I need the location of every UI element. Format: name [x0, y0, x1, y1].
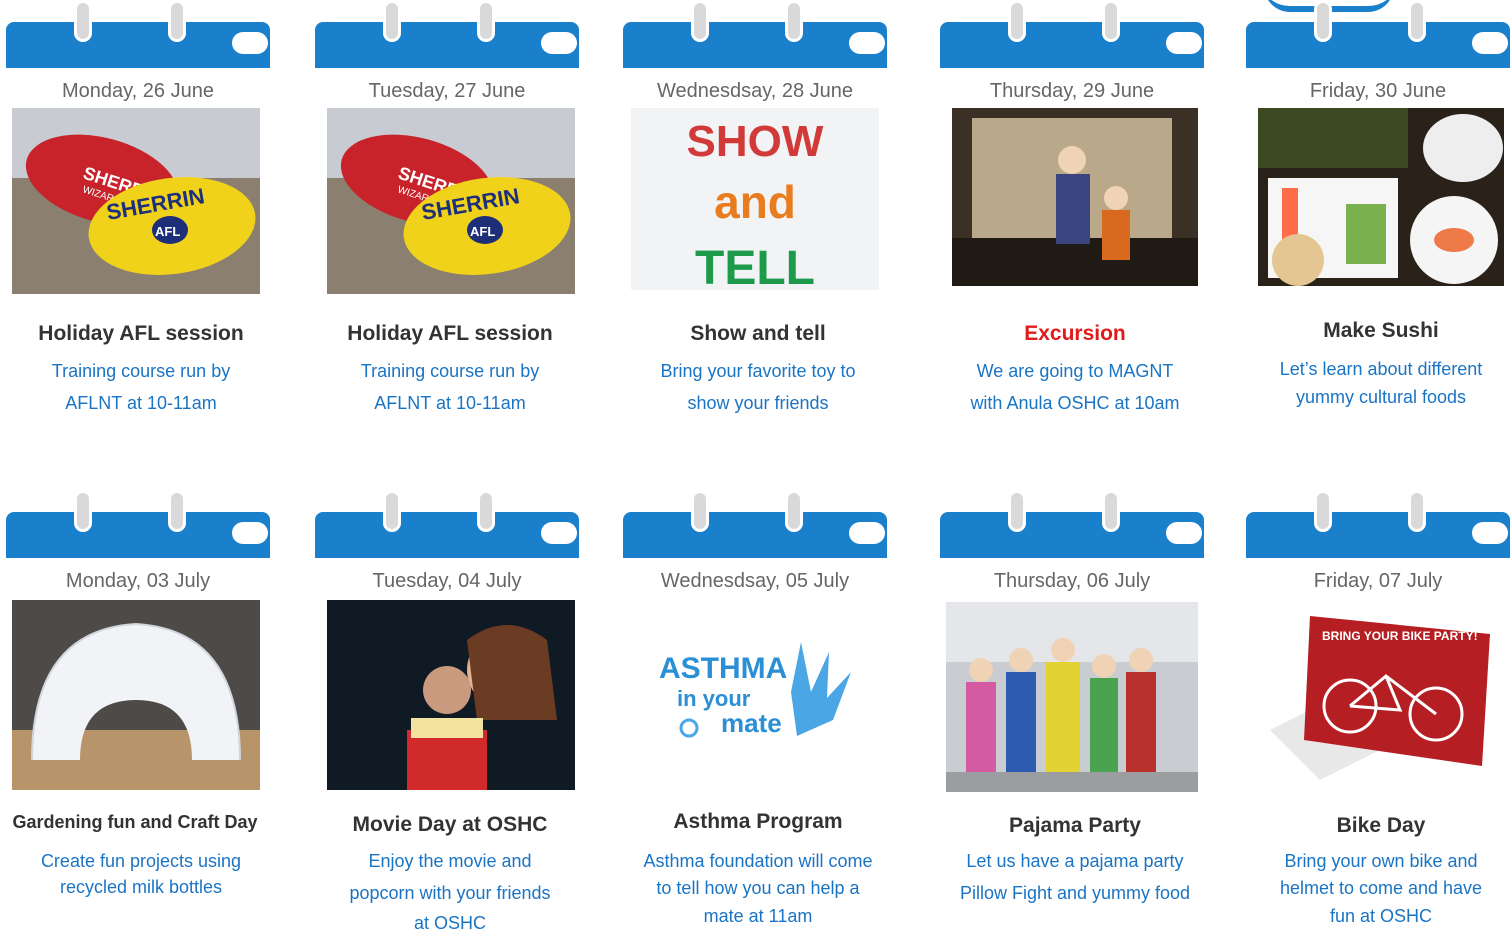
afl-footballs-image: SHERRIN WIZARD SHERRIN AFL	[327, 108, 575, 294]
day-title: Bike Day	[1336, 814, 1426, 837]
date-label: Friday, 07 July	[1313, 570, 1443, 592]
date-label: Monday, 03 July	[65, 570, 211, 592]
date-label: Thursday, 29 June	[989, 80, 1155, 102]
day-desc-line1: Let’s learn about different	[1279, 359, 1483, 379]
day-desc-line2: yummy cultural foods	[1295, 387, 1467, 407]
day-title: Holiday AFL session	[347, 322, 553, 345]
milk-bottle-igloo-image	[12, 600, 260, 790]
day-title: Show and tell	[690, 322, 826, 345]
day-desc-line1: We are going to MAGNT	[976, 361, 1174, 381]
day-desc-line1: Bring your favorite toy to	[660, 361, 856, 381]
day-desc-line1: Training course run by	[51, 361, 231, 381]
day-desc-line2: Pillow Fight and yummy food	[959, 883, 1191, 903]
day-title: Gardening fun and Craft Day	[12, 812, 258, 832]
show-and-tell-image: SHOW and TELL	[631, 108, 879, 290]
date-label: Wednesdsay, 28 June	[656, 80, 854, 102]
day-desc-line1: Training course run by	[360, 361, 540, 381]
day-title: Make Sushi	[1323, 319, 1439, 342]
date-label: Tuesday, 27 June	[368, 80, 526, 102]
date-label: Tuesday, 04 July	[372, 570, 522, 592]
svg-text:and: and	[714, 176, 796, 228]
day-desc-line2: AFLNT at 10-11am	[374, 393, 526, 413]
date-label: Thursday, 06 July	[993, 570, 1151, 592]
day-desc-line3: mate at 11am	[703, 906, 813, 926]
day-desc-line2: show your friends	[687, 393, 829, 413]
day-title: Asthma Program	[673, 810, 843, 833]
svg-text:ASTHMA: ASTHMA	[659, 652, 787, 685]
day-desc-line1: Bring your own bike and	[1284, 851, 1478, 871]
cinema-kids-image	[327, 600, 575, 790]
day-desc-line1: Create fun projects using	[40, 851, 242, 871]
day-desc-line3: fun at OSHC	[1329, 906, 1433, 926]
svg-text:SHOW: SHOW	[687, 117, 824, 166]
day-desc-line2: recycled milk bottles	[59, 877, 223, 897]
date-label: Wednesdsay, 05 July	[660, 570, 850, 592]
day-desc-line1: Asthma foundation will come	[643, 851, 873, 871]
day-title: Excursion	[1024, 322, 1126, 345]
asthma-logo-image: ASTHMA in your mate	[651, 632, 861, 752]
date-label: Friday, 30 June	[1309, 80, 1447, 102]
day-desc-line2: to tell how you can help a	[656, 878, 860, 898]
day-desc-line1: Let us have a pajama party	[966, 851, 1184, 871]
afl-footballs-image: SHERRIN WIZARD SHERRIN AFL	[12, 108, 260, 294]
svg-text:AFL: AFL	[470, 224, 495, 239]
sushi-image	[1258, 108, 1504, 286]
bike-card-image: BRING YOUR BIKE PARTY!	[1260, 610, 1492, 780]
pajama-kids-image	[946, 602, 1198, 792]
day-title: Pajama Party	[1009, 814, 1141, 837]
date-label: Monday, 26 June	[62, 80, 214, 102]
svg-text:BRING YOUR BIKE PARTY!: BRING YOUR BIKE PARTY!	[1322, 629, 1478, 643]
day-desc-line2: helmet to come and have	[1279, 878, 1483, 898]
day-desc-line3: at OSHC	[413, 913, 487, 933]
day-title: Holiday AFL session	[38, 322, 244, 345]
museum-kids-image	[952, 108, 1198, 286]
day-desc-line1: Enjoy the movie and	[368, 851, 532, 871]
svg-text:TELL: TELL	[695, 242, 815, 290]
svg-text:AFL: AFL	[155, 224, 180, 239]
day-title: Movie Day at OSHC	[352, 813, 548, 836]
day-desc-line2: AFLNT at 10-11am	[65, 393, 217, 413]
svg-text:mate: mate	[721, 708, 782, 738]
day-desc-line2: with Anula OSHC at 10am	[970, 393, 1180, 413]
day-desc-line2: popcorn with your friends	[349, 883, 551, 903]
